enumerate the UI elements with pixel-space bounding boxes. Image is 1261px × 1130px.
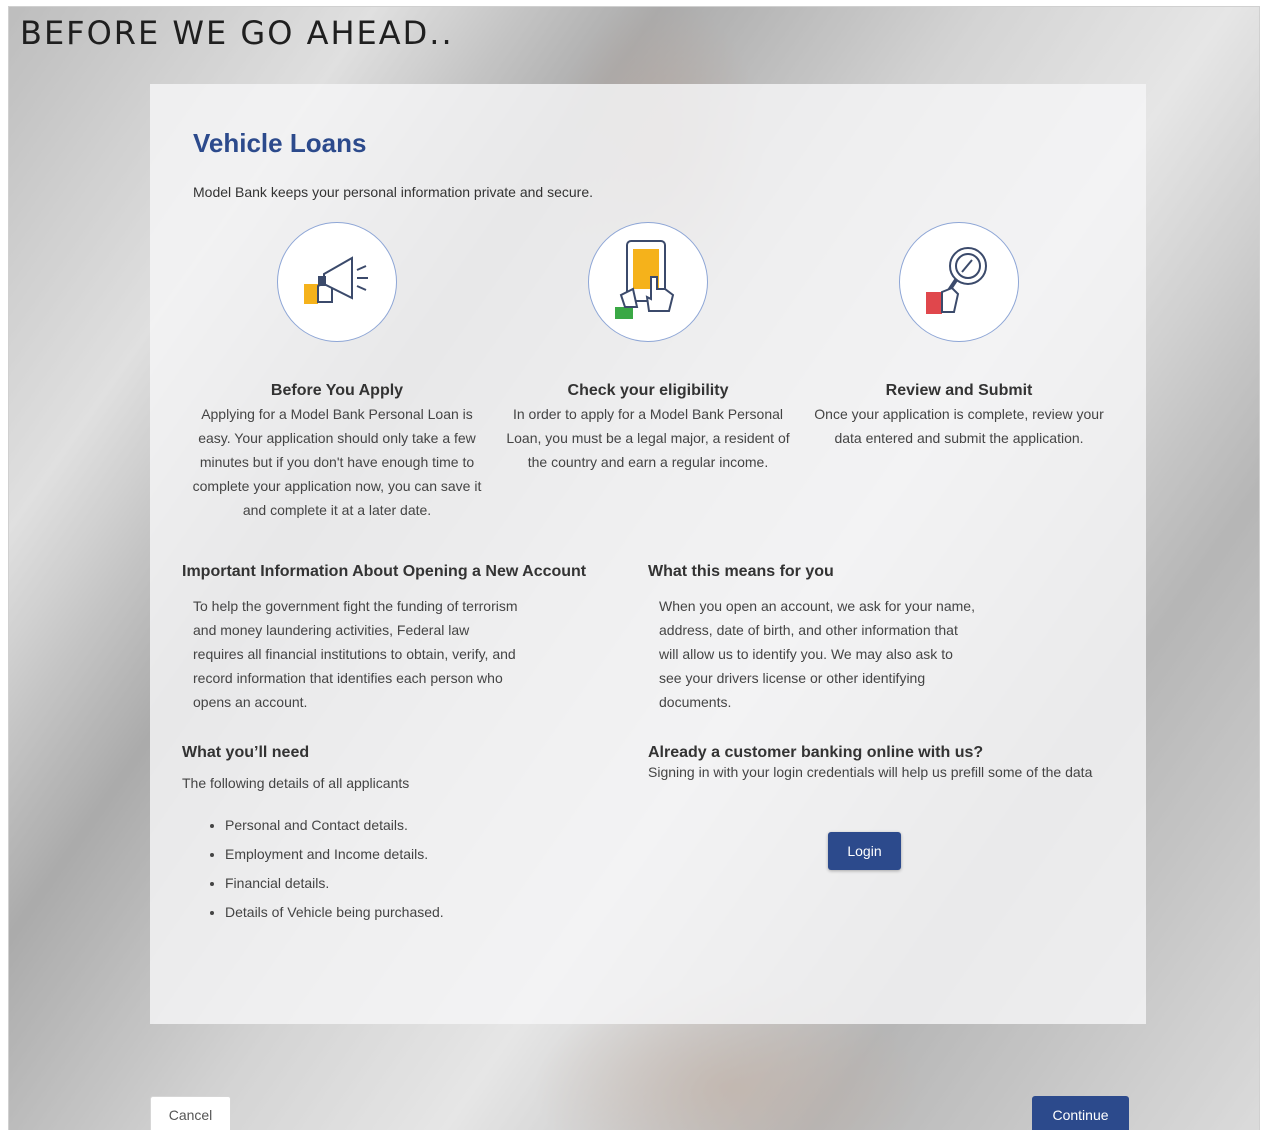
what-this-means-body: When you open an account, we ask for you… <box>659 598 975 710</box>
step-title: Before You Apply <box>270 382 404 399</box>
list-item: Financial details. <box>225 875 444 904</box>
tablet-tap-icon <box>588 222 708 342</box>
step-title: Check your eligibility <box>567 382 729 399</box>
card-title: Vehicle Loans <box>193 128 367 158</box>
list-item: Personal and Contact details. <box>225 817 444 846</box>
step-before-you-apply: Before You Apply Applying for a Model Ba… <box>187 222 487 522</box>
megaphone-icon <box>277 222 397 342</box>
page: BEFORE WE GO AHEAD.. Vehicle Loans Model… <box>0 0 1261 1130</box>
step-description: In order to apply for a Model Bank Perso… <box>506 406 790 470</box>
what-this-means-title: What this means for you <box>648 563 834 580</box>
what-you-need-title: What you’ll need <box>182 744 310 761</box>
privacy-intro: Model Bank keeps your personal informati… <box>193 184 593 200</box>
existing-customer-body: Signing in with your login credentials w… <box>648 764 1093 780</box>
important-info-title: Important Information About Opening a Ne… <box>182 563 587 580</box>
step-check-eligibility: Check your eligibility In order to apply… <box>498 222 798 474</box>
important-info-body: To help the government fight the funding… <box>193 598 518 710</box>
step-title: Review and Submit <box>885 382 1033 399</box>
step-description: Applying for a Model Bank Personal Loan … <box>192 406 482 518</box>
requirements-list: Personal and Contact details. Employment… <box>205 817 444 933</box>
step-description: Once your application is complete, revie… <box>814 406 1104 446</box>
step-review-submit: Review and Submit Once your application … <box>809 222 1109 450</box>
login-button[interactable]: Login <box>828 832 901 870</box>
list-item: Details of Vehicle being purchased. <box>225 904 444 933</box>
cancel-button[interactable]: Cancel <box>150 1096 231 1130</box>
magnifier-icon <box>899 222 1019 342</box>
existing-customer-title: Already a customer banking online with u… <box>648 744 984 761</box>
continue-button[interactable]: Continue <box>1032 1096 1129 1130</box>
list-item: Employment and Income details. <box>225 846 444 875</box>
what-you-need-subtitle: The following details of all applicants <box>182 775 410 791</box>
page-heading: BEFORE WE GO AHEAD.. <box>20 14 454 52</box>
info-card: Vehicle Loans Model Bank keeps your pers… <box>150 84 1146 1024</box>
